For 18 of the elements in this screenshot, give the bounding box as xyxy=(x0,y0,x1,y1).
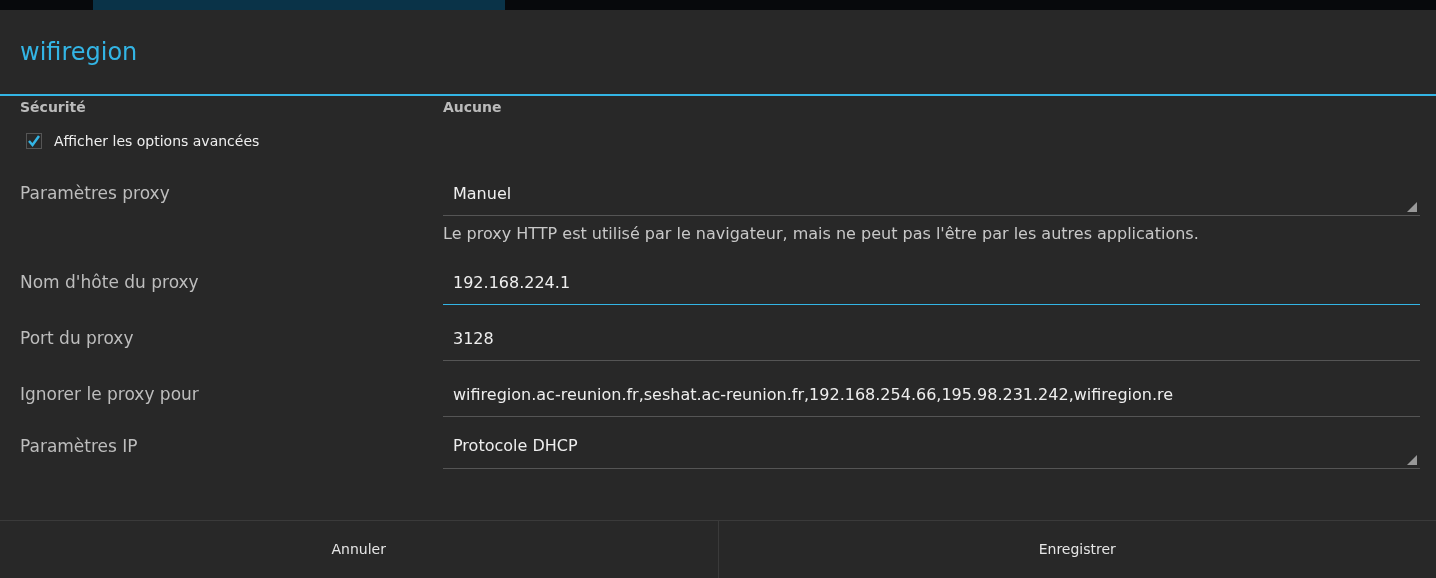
checkbox-label: Afficher les options avancées xyxy=(54,131,260,151)
dropdown[interactable]: Manuel xyxy=(443,172,1420,216)
field-label: Ignorer le proxy pour xyxy=(20,384,199,405)
input-field[interactable]: 3128 xyxy=(443,316,1420,361)
field-label: Port du proxy xyxy=(20,328,134,349)
input-field[interactable]: 192.168.224.1 xyxy=(443,260,1420,305)
field-label: Paramètres IP xyxy=(20,436,138,457)
security-label: Sécurité xyxy=(19,97,87,117)
field-label: Paramètres proxy xyxy=(20,183,170,204)
input-field[interactable]: wifiregion.ac-reunion.fr,seshat.ac-reunion.fr,192.168.254.66,195.98.231.242,wifiregion.re xyxy=(443,372,1420,417)
dialog-title: wifiregion xyxy=(20,37,138,68)
field-label: Nom d'hôte du proxy xyxy=(20,272,199,293)
dropdown[interactable]: Protocole DHCP xyxy=(443,424,1420,469)
checkbox[interactable] xyxy=(26,133,42,149)
dropdown-corner-icon xyxy=(1407,454,1417,465)
security-value: Aucune xyxy=(443,97,502,117)
dropdown-corner-icon xyxy=(1407,202,1417,212)
hint-text: Le proxy HTTP est utilisé par le navigateur, mais ne peut pas l'être par les autres applications. xyxy=(443,223,1200,245)
